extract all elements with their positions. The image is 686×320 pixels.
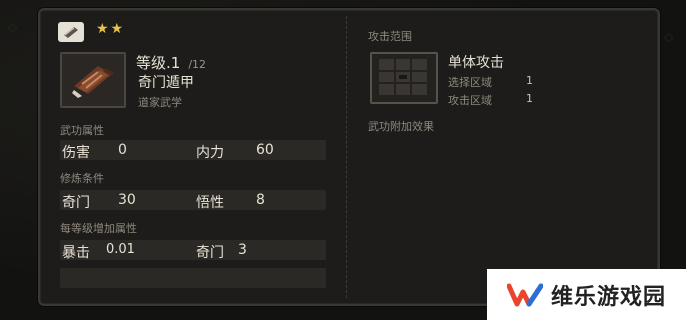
watermark-logo-icon <box>507 283 543 306</box>
range-cell <box>412 59 427 70</box>
stat-label: 伤害 <box>62 145 90 161</box>
attributes-label: 武功属性 <box>60 124 104 137</box>
range-target-cell <box>395 71 411 83</box>
range-cell <box>395 84 411 95</box>
per-level-label: 每等级增加属性 <box>60 222 137 235</box>
attack-area-label: 攻击区域 <box>448 94 492 107</box>
select-area-value: 1 <box>526 74 533 87</box>
empty-stat-row <box>60 268 326 288</box>
stat-value: 3 <box>238 242 247 258</box>
attack-range-grid <box>370 52 438 104</box>
range-cell <box>412 71 427 83</box>
range-cell <box>412 84 427 95</box>
watermark-text: 维乐游戏园 <box>551 284 667 310</box>
skill-level: 等级.1 <box>136 54 181 72</box>
range-cell <box>379 71 394 83</box>
skill-detail-panel: ★★ 等级.1 /12 奇门遁甲 道家武学 武功属性 伤害 0 内力 60 修炼… <box>38 8 660 306</box>
level-row: 等级.1 /12 <box>136 52 206 73</box>
range-cell <box>379 84 394 95</box>
range-cell <box>379 59 394 70</box>
stat-label: 暴击 <box>62 245 90 261</box>
range-cell <box>395 59 411 70</box>
attributes-row: 伤害 0 内力 60 <box>60 140 326 161</box>
stat-value: 60 <box>256 142 274 158</box>
background-decoration-icon: ◇ <box>664 30 674 44</box>
stat-label: 悟性 <box>196 195 224 211</box>
skill-max-level: /12 <box>188 58 207 71</box>
stat-value: 8 <box>256 192 265 208</box>
stat-label: 内力 <box>196 145 224 161</box>
watermark: 维乐游戏园 <box>487 269 686 320</box>
skill-name: 奇门遁甲 <box>138 75 194 91</box>
armor-bundle-icon <box>72 66 114 98</box>
select-area-label: 选择区域 <box>448 76 492 89</box>
requirements-row: 奇门 30 悟性 8 <box>60 190 326 211</box>
requirements-label: 修炼条件 <box>60 172 104 185</box>
per-level-row: 暴击 0.01 奇门 3 <box>60 240 326 261</box>
stat-label: 奇门 <box>62 195 90 211</box>
attack-area-value: 1 <box>526 92 533 105</box>
panel-divider <box>346 16 347 298</box>
attack-range-label: 攻击范围 <box>368 30 412 43</box>
stat-value: 30 <box>118 192 136 208</box>
scroll-icon <box>58 22 84 42</box>
stat-value: 0 <box>118 142 127 158</box>
extra-effects-label: 武功附加效果 <box>368 120 434 133</box>
attack-type: 单体攻击 <box>448 55 504 71</box>
skill-school: 道家武学 <box>138 96 182 109</box>
stat-value: 0.01 <box>106 242 135 257</box>
background-decoration-icon: ◇ <box>8 20 18 34</box>
rarity-stars: ★★ <box>96 21 126 37</box>
skill-item-slot[interactable] <box>60 52 126 108</box>
stat-label: 奇门 <box>196 245 224 261</box>
